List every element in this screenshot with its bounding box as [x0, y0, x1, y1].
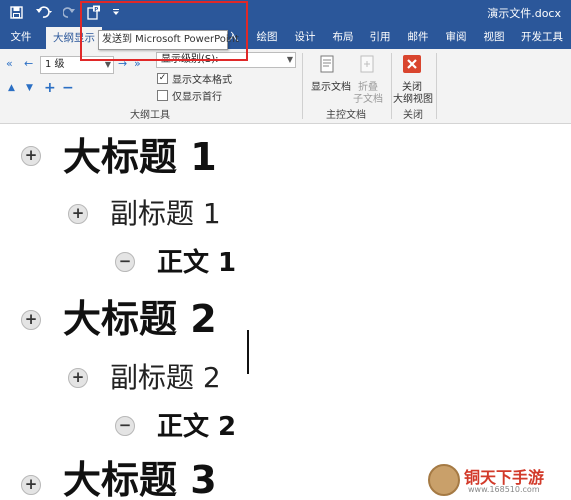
collapse-icon[interactable]: −	[62, 80, 74, 96]
coin-logo-icon	[428, 464, 460, 496]
promote-icon[interactable]: ←	[24, 57, 33, 70]
ribbon: « ← 1 级 ▼ → » ▲ ▼ + − 显示级别(S): ▼ ✓ 显示文本格…	[0, 49, 571, 124]
tab-draw[interactable]: 绘图	[250, 25, 284, 49]
redo-icon[interactable]	[62, 4, 76, 20]
show-document-icon	[320, 55, 334, 73]
demote-icon[interactable]: →	[118, 57, 127, 70]
tab-layout[interactable]: 布局	[326, 25, 360, 49]
save-icon[interactable]	[8, 4, 24, 20]
show-first-line-only-checkbox[interactable]	[157, 90, 168, 101]
group-divider	[391, 53, 392, 119]
expand-toggle-icon[interactable]: +	[21, 310, 41, 330]
tab-file[interactable]: 文件	[4, 25, 38, 49]
close-icon	[403, 55, 421, 73]
outline-tools-label: 大纲工具	[130, 110, 170, 121]
promote-to-heading1-icon[interactable]: «	[6, 57, 13, 70]
outline-level-select[interactable]: 1 级 ▼	[40, 56, 114, 74]
watermark: 铜天下手游 www.168510.com	[428, 462, 568, 498]
undo-icon[interactable]	[34, 4, 56, 20]
ribbon-tabs: 文件 大纲显示 入 绘图 设计 布局 引用 邮件 审阅 视图 开发工具	[0, 25, 571, 49]
title-bar: P 演示文件.docx	[0, 0, 571, 25]
tab-developer[interactable]: 开发工具	[515, 25, 569, 49]
collapse-toggle-icon[interactable]: −	[115, 252, 135, 272]
outline-heading-text: 大标题 3	[63, 458, 217, 500]
tab-design[interactable]: 设计	[288, 25, 322, 49]
tab-mailings[interactable]: 邮件	[401, 25, 435, 49]
move-up-icon[interactable]: ▲	[8, 83, 15, 93]
outline-subheading-text: 副标题 2	[110, 361, 221, 394]
collapse-subdocuments-label-2: 子文档	[353, 94, 383, 105]
collapse-toggle-icon[interactable]: −	[115, 416, 135, 436]
show-document-label: 显示文档	[311, 82, 351, 93]
tooltip: 发送到 Microsoft PowerPoint	[98, 30, 239, 50]
text-cursor	[247, 330, 249, 374]
tab-review[interactable]: 审阅	[439, 25, 473, 49]
svg-text:P: P	[94, 6, 98, 12]
close-outline-label-2: 大纲视图	[393, 94, 433, 105]
document-title: 演示文件.docx	[487, 7, 561, 20]
show-level-select[interactable]: 显示级别(S): ▼	[156, 52, 296, 68]
show-level-label: 显示级别(S):	[161, 54, 219, 65]
demote-to-body-icon[interactable]: »	[134, 57, 141, 70]
expand-toggle-icon[interactable]: +	[21, 146, 41, 166]
collapse-subdocuments-icon	[360, 55, 374, 73]
group-divider	[302, 53, 303, 119]
expand-toggle-icon[interactable]: +	[21, 475, 41, 495]
tab-references[interactable]: 引用	[363, 25, 397, 49]
show-text-formatting-label: 显示文本格式	[172, 75, 232, 86]
show-first-line-only-label: 仅显示首行	[172, 92, 222, 103]
send-to-ppt-icon[interactable]: P	[86, 4, 102, 20]
master-document-label: 主控文档	[326, 110, 366, 121]
group-divider	[436, 53, 437, 119]
outline-heading-text: 大标题 2	[63, 297, 217, 341]
document-area: + 大标题 1 + 副标题 1 − 正文 1 + 大标题 2 + 副标题 2 −…	[0, 125, 571, 500]
outline-heading-text: 大标题 1	[63, 135, 217, 179]
tab-outline[interactable]: 大纲显示	[46, 27, 102, 49]
outline-level-value: 1 级	[45, 59, 65, 70]
show-text-formatting-checkbox[interactable]: ✓	[157, 73, 168, 84]
outline-subheading-text: 副标题 1	[110, 197, 221, 230]
expand-icon[interactable]: +	[44, 80, 56, 96]
expand-toggle-icon[interactable]: +	[68, 204, 88, 224]
move-down-icon[interactable]: ▼	[26, 83, 33, 93]
close-group-label: 关闭	[403, 110, 423, 121]
outline-body-text: 正文 1	[157, 248, 237, 278]
watermark-url: www.168510.com	[468, 485, 540, 494]
outline-body-text: 正文 2	[157, 412, 237, 442]
tab-view[interactable]: 视图	[477, 25, 511, 49]
expand-toggle-icon[interactable]: +	[68, 368, 88, 388]
chevron-down-icon: ▼	[104, 60, 111, 69]
customize-icon[interactable]	[110, 4, 122, 20]
chevron-down-icon: ▼	[286, 55, 293, 64]
